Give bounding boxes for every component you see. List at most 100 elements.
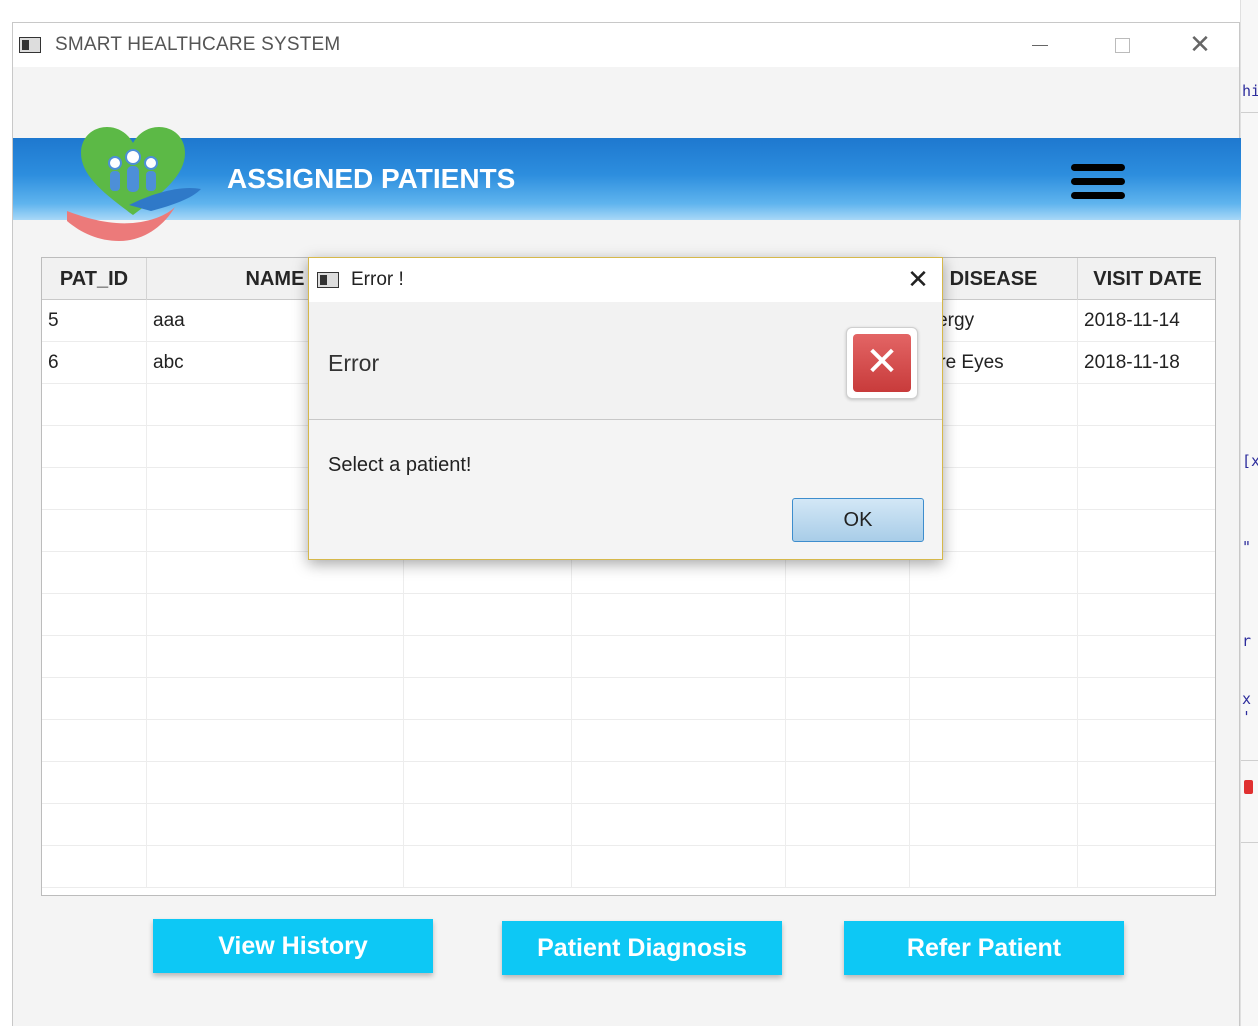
- editor-error-marker: [1244, 780, 1253, 794]
- cell: [404, 594, 572, 636]
- cell-pat-id: 6: [42, 342, 147, 384]
- screen: hir [x " r x ' SMART HEALTHCARE SYSTEM ✕…: [0, 0, 1258, 1026]
- cell-visit-date: [1078, 720, 1215, 762]
- maximize-button[interactable]: [1099, 23, 1145, 67]
- cell: [572, 594, 786, 636]
- cell-pat-id: [42, 594, 147, 636]
- cell-pat-id: [42, 384, 147, 426]
- view-history-button[interactable]: View History: [153, 919, 433, 973]
- error-dialog: Error ! ✕ Error ✕ Select a patient! OK: [308, 257, 943, 560]
- cell: [786, 846, 910, 888]
- cell-name: [147, 846, 404, 888]
- dialog-header-text: Error: [328, 350, 380, 376]
- editor-line: [1241, 112, 1258, 113]
- error-x-icon: ✕: [853, 334, 911, 392]
- cell: [572, 846, 786, 888]
- background-editor: hir [x " r x ': [1240, 0, 1258, 1026]
- cell-name: [147, 594, 404, 636]
- cell-visit-date: [1078, 468, 1215, 510]
- cell: [786, 720, 910, 762]
- hamburger-menu-icon[interactable]: [1071, 164, 1127, 200]
- ok-button[interactable]: OK: [792, 498, 924, 542]
- cell-name: [147, 636, 404, 678]
- cell-visit-date: [1078, 762, 1215, 804]
- cell: [404, 678, 572, 720]
- cell-disease: [910, 720, 1078, 762]
- cell-disease: [910, 846, 1078, 888]
- cell-pat-id: [42, 552, 147, 594]
- cell-pat-id: [42, 720, 147, 762]
- refer-patient-button[interactable]: Refer Patient: [844, 921, 1124, 975]
- cell-visit-date: [1078, 594, 1215, 636]
- close-icon: ✕: [1189, 30, 1211, 60]
- table-row[interactable]: [42, 594, 1215, 636]
- editor-fragment: [x: [1242, 452, 1258, 470]
- editor-line: [1241, 842, 1258, 843]
- cell-pat-id: [42, 636, 147, 678]
- dialog-close-button[interactable]: ✕: [895, 258, 941, 302]
- cell-visit-date: [1078, 804, 1215, 846]
- cell-name: [147, 720, 404, 762]
- healthcare-logo: [67, 127, 201, 241]
- editor-fragment: ": [1242, 538, 1252, 556]
- cell: [786, 804, 910, 846]
- title-bar[interactable]: SMART HEALTHCARE SYSTEM ✕: [13, 23, 1239, 67]
- editor-fragment: hir: [1242, 82, 1258, 100]
- table-row[interactable]: [42, 762, 1215, 804]
- cell-disease: [910, 804, 1078, 846]
- page-title: ASSIGNED PATIENTS: [227, 163, 516, 194]
- cell: [404, 804, 572, 846]
- cell: [404, 636, 572, 678]
- dialog-window-icon: [317, 272, 339, 288]
- dialog-title-bar[interactable]: Error ! ✕: [309, 258, 942, 302]
- cell: [786, 762, 910, 804]
- column-header-visit-date[interactable]: VISIT DATE: [1078, 258, 1215, 300]
- cell-disease: [910, 678, 1078, 720]
- cell: [786, 678, 910, 720]
- editor-fragment: ': [1242, 708, 1252, 726]
- cell-name: [147, 678, 404, 720]
- cell: [572, 762, 786, 804]
- cell-name: [147, 804, 404, 846]
- cell: [404, 846, 572, 888]
- cell: [572, 678, 786, 720]
- dialog-header: Error ✕: [309, 302, 942, 420]
- table-row[interactable]: [42, 678, 1215, 720]
- cell: [572, 720, 786, 762]
- cell-pat-id: 5: [42, 300, 147, 342]
- cell-pat-id: [42, 678, 147, 720]
- cell-visit-date: 2018-11-14: [1084, 310, 1180, 331]
- cell: [786, 594, 910, 636]
- minimize-icon: [1032, 44, 1048, 46]
- editor-fragment: x: [1242, 690, 1252, 708]
- cell-disease: [910, 636, 1078, 678]
- cell-pat-id: [42, 510, 147, 552]
- cell: [404, 762, 572, 804]
- cell: [572, 804, 786, 846]
- close-button[interactable]: ✕: [1177, 23, 1223, 67]
- table-row[interactable]: [42, 636, 1215, 678]
- minimize-button[interactable]: [1017, 23, 1063, 67]
- table-row[interactable]: [42, 804, 1215, 846]
- cell-visit-date: [1078, 678, 1215, 720]
- table-row[interactable]: [42, 720, 1215, 762]
- column-header-pat-id[interactable]: PAT_ID: [42, 258, 147, 300]
- cell-pat-id: [42, 468, 147, 510]
- cell-pat-id: [42, 762, 147, 804]
- cell-disease: [910, 762, 1078, 804]
- table-row[interactable]: [42, 846, 1215, 888]
- dialog-message: Select a patient!: [328, 454, 472, 476]
- editor-fragment: r: [1242, 632, 1252, 650]
- cell-visit-date: [1078, 426, 1215, 468]
- patient-diagnosis-button[interactable]: Patient Diagnosis: [502, 921, 782, 975]
- cell: [572, 636, 786, 678]
- cell: [786, 636, 910, 678]
- cell: [404, 720, 572, 762]
- cell-visit-date: [1078, 846, 1215, 888]
- app-window-icon: [19, 37, 41, 53]
- cell-visit-date: 2018-11-18: [1084, 352, 1180, 373]
- cell-visit-date: [1078, 384, 1215, 426]
- cell-visit-date: [1078, 552, 1215, 594]
- cell-pat-id: [42, 846, 147, 888]
- cell-disease: [910, 594, 1078, 636]
